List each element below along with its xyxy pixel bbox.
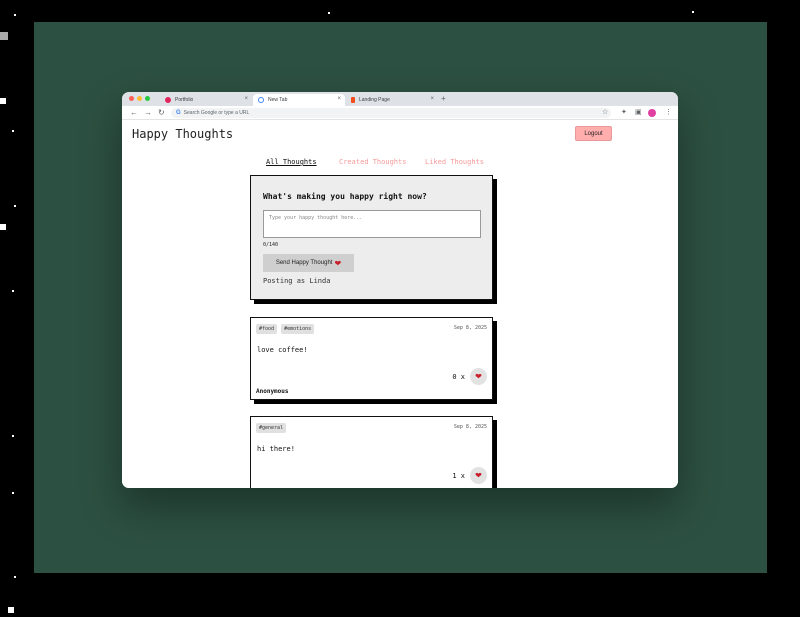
close-tab-icon[interactable]: × [337, 96, 341, 102]
sidebar-icon[interactable]: ▣ [635, 108, 642, 116]
tag-badge[interactable]: #food [256, 324, 278, 334]
decorative-dot [0, 224, 6, 230]
heart-icon: ❤ [475, 471, 482, 480]
posting-as-label: Posting as Linda [263, 277, 331, 285]
tab-label: New Tab [268, 97, 288, 103]
tab-label: Landing Page [359, 97, 390, 103]
new-thought-form: What's making you happy right now? Type … [250, 175, 493, 300]
decorative-dot [328, 12, 330, 14]
address-bar-row: ← → ↻ G Search Google or type a URL ☆ ✦ … [122, 106, 678, 120]
profile-avatar-icon[interactable] [648, 109, 656, 117]
thought-textarea[interactable]: Type your happy thought here... [263, 210, 481, 238]
address-input[interactable]: G Search Google or type a URL [171, 108, 611, 118]
extensions-icon[interactable]: ✦ [621, 108, 627, 116]
tab-all-thoughts[interactable]: All Thoughts [266, 158, 317, 166]
tag-badge[interactable]: #general [256, 423, 287, 433]
google-favicon-icon [258, 97, 264, 103]
figma-favicon-icon [351, 97, 355, 103]
thought-date: Sep 8, 2025 [453, 325, 487, 331]
decorative-dot [12, 492, 14, 494]
back-arrow-icon[interactable]: ← [130, 108, 138, 117]
form-heading: What's making you happy right now? [263, 192, 427, 201]
close-tab-icon[interactable]: × [244, 96, 248, 102]
character-counter: 0/140 [263, 242, 279, 248]
tag-list: #general [256, 423, 287, 433]
heart-icon: ❤ [334, 258, 342, 268]
decorative-dot [14, 576, 16, 578]
forward-arrow-icon[interactable]: → [144, 108, 152, 117]
menu-kebab-icon[interactable]: ⋮ [665, 108, 672, 116]
tab-bar: Portfolio × New Tab × Landing Page × + [122, 92, 678, 106]
like-section: 1 x ❤ [452, 467, 487, 484]
decorative-dot [8, 607, 14, 613]
thought-author: Anonymous [256, 388, 289, 395]
portfolio-favicon-icon [165, 97, 171, 103]
thought-message: hi there! [257, 445, 295, 453]
decorative-dot [12, 435, 14, 437]
tab-created-thoughts[interactable]: Created Thoughts [339, 158, 406, 166]
decorative-dot [12, 290, 14, 292]
decorative-dot [12, 130, 14, 132]
decorative-dot [14, 14, 16, 16]
tag-badge[interactable]: #emotions [281, 324, 315, 334]
window-controls [129, 96, 150, 101]
tab-portfolio[interactable]: Portfolio × [160, 94, 252, 106]
maximize-window-button[interactable] [145, 96, 150, 101]
like-count: 1 x [452, 471, 465, 480]
send-button-label: Send Happy Thought [275, 260, 333, 266]
tab-liked-thoughts[interactable]: Liked Thoughts [425, 158, 484, 166]
tab-label: Portfolio [175, 97, 194, 103]
close-tab-icon[interactable]: × [430, 96, 434, 102]
thought-message: love coffee! [257, 346, 308, 354]
thought-date: Sep 8, 2025 [453, 424, 487, 430]
decorative-dot [0, 98, 6, 104]
decorative-dot [0, 32, 8, 40]
decorative-dot [14, 205, 16, 207]
bookmark-star-icon[interactable]: ☆ [602, 108, 608, 116]
tab-landing-page[interactable]: Landing Page × [346, 94, 438, 106]
page-title: Happy Thoughts [132, 127, 234, 141]
minimize-window-button[interactable] [137, 96, 142, 101]
address-placeholder: Search Google or type a URL [183, 110, 250, 116]
thought-card: #food #emotions Sep 8, 2025 love coffee!… [250, 317, 493, 400]
like-section: 0 x ❤ [452, 368, 487, 385]
like-count: 0 x [452, 372, 465, 381]
like-button[interactable]: ❤ [470, 368, 487, 385]
decorative-dot [692, 11, 694, 13]
close-window-button[interactable] [129, 96, 134, 101]
tag-list: #food #emotions [256, 324, 315, 334]
google-icon: G [176, 110, 181, 116]
reload-icon[interactable]: ↻ [158, 108, 165, 117]
logout-button[interactable]: Logout [575, 126, 612, 141]
tab-new-tab[interactable]: New Tab × [253, 94, 345, 106]
new-tab-button[interactable]: + [441, 94, 446, 103]
thought-card: #general Sep 8, 2025 hi there! 1 x ❤ [250, 416, 493, 488]
happy-thoughts-app: Happy Thoughts Logout All Thoughts Creat… [122, 120, 678, 488]
heart-icon: ❤ [475, 372, 482, 381]
send-thought-button[interactable]: Send Happy Thought ❤ [263, 254, 354, 272]
like-button[interactable]: ❤ [470, 467, 487, 484]
browser-window: Portfolio × New Tab × Landing Page × + ←… [122, 92, 678, 488]
